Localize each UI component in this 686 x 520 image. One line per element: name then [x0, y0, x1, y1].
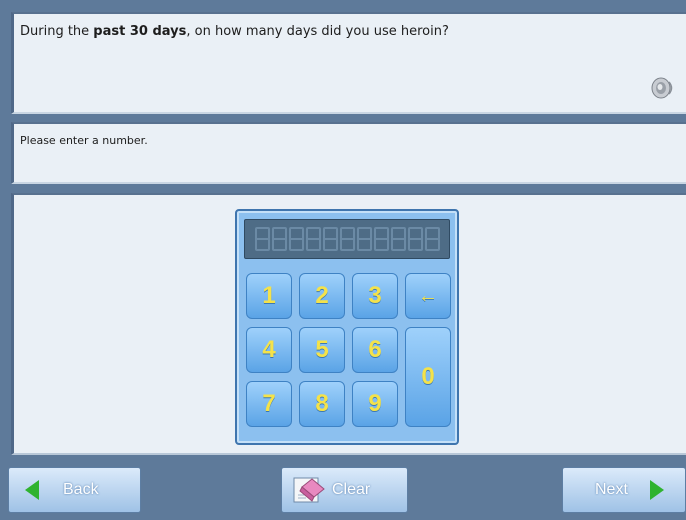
display-digit	[339, 227, 355, 251]
key-4[interactable]: 4	[246, 327, 292, 373]
back-button-label: Back	[63, 481, 99, 498]
display-digit	[356, 227, 372, 251]
numeric-keypad: 1 2 3 ← 4 5 6 0 7 8 9	[235, 209, 459, 445]
question-prefix: During the	[20, 24, 94, 39]
key-8[interactable]: 8	[299, 381, 345, 427]
key-0[interactable]: 0	[405, 327, 451, 427]
question-emphasis: past 30 days	[93, 24, 187, 39]
instruction-panel: Please enter a number.	[11, 122, 686, 184]
backspace-key[interactable]: ←	[405, 273, 451, 319]
display-digit	[288, 227, 304, 251]
key-2[interactable]: 2	[299, 273, 345, 319]
eraser-icon	[292, 475, 326, 505]
key-1[interactable]: 1	[246, 273, 292, 319]
display-digit	[390, 227, 406, 251]
question-suffix: , on how many days did you use heroin?	[186, 24, 449, 39]
arrow-right-icon	[649, 480, 664, 500]
key-7[interactable]: 7	[246, 381, 292, 427]
display-digit	[373, 227, 389, 251]
display-digit	[254, 227, 270, 251]
display-digit	[305, 227, 321, 251]
display-digit	[322, 227, 338, 251]
display-digit	[271, 227, 287, 251]
back-button[interactable]: Back	[8, 467, 141, 513]
clear-button-label: Clear	[332, 481, 371, 498]
arrow-left-icon	[25, 480, 39, 500]
question-panel: During the past 30 days, on how many day…	[11, 12, 686, 114]
key-5[interactable]: 5	[299, 327, 345, 373]
display-digit	[424, 227, 440, 251]
keypad-panel: 1 2 3 ← 4 5 6 0 7 8 9	[11, 193, 686, 455]
instruction-text: Please enter a number.	[20, 134, 148, 147]
next-button[interactable]: Next	[562, 467, 686, 513]
key-6[interactable]: 6	[352, 327, 398, 373]
clear-button[interactable]: Clear	[281, 467, 408, 513]
key-9[interactable]: 9	[352, 381, 398, 427]
display-digit	[407, 227, 423, 251]
key-3[interactable]: 3	[352, 273, 398, 319]
speaker-icon[interactable]	[648, 74, 676, 102]
question-text: During the past 30 days, on how many day…	[20, 24, 449, 39]
next-button-label: Next	[595, 481, 628, 498]
number-display	[244, 219, 450, 259]
